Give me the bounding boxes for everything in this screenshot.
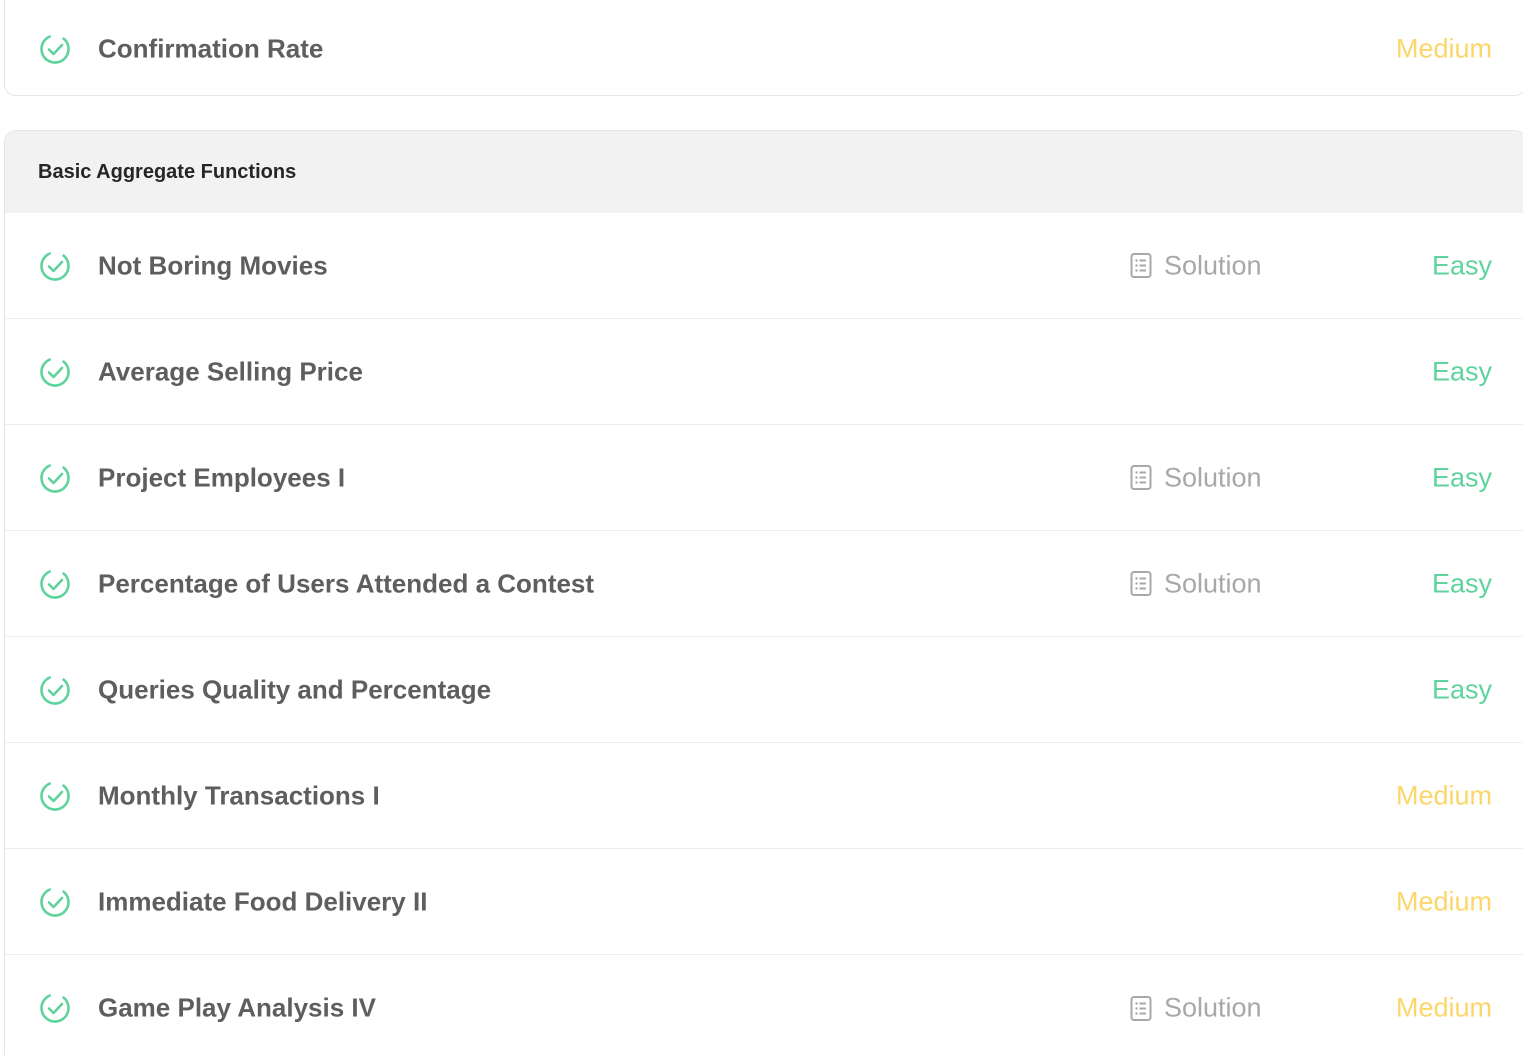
solution-link[interactable]: Solution: [1130, 250, 1262, 281]
problem-title[interactable]: Project Employees I: [98, 462, 345, 493]
section-card-basic-aggregate-functions: Basic Aggregate Functions Not Boring Mov…: [4, 130, 1523, 1055]
solution-link[interactable]: Solution: [1130, 568, 1262, 599]
check-circle-icon: [40, 462, 70, 493]
problem-title[interactable]: Game Play Analysis IV: [98, 993, 376, 1024]
problem-row[interactable]: Immediate Food Delivery II Medium: [5, 849, 1523, 955]
problem-row[interactable]: Confirmation Rate Medium: [5, 1, 1523, 97]
difficulty-label: Easy: [1431, 356, 1492, 386]
problem-row[interactable]: Monthly Transactions I Medium: [5, 743, 1523, 849]
section-title: Basic Aggregate Functions: [38, 160, 297, 183]
document-list-icon: [1130, 465, 1152, 490]
problem-row[interactable]: Game Play Analysis IV Solution Medium: [5, 955, 1523, 1055]
problem-row[interactable]: Project Employees I Solution Easy: [5, 425, 1523, 531]
check-circle-icon: [40, 674, 70, 705]
check-circle-icon: [40, 34, 70, 64]
difficulty-label: Medium: [1395, 780, 1492, 810]
document-list-icon: [1130, 995, 1152, 1021]
problem-list-page: Confirmation Rate Medium Basic Aggregate…: [0, 0, 1523, 1055]
difficulty-label: Easy: [1431, 462, 1492, 492]
check-circle-icon: [40, 886, 70, 917]
problem-row[interactable]: Percentage of Users Attended a Contest S…: [5, 531, 1523, 637]
check-circle-icon: [40, 993, 70, 1023]
problem-title[interactable]: Immediate Food Delivery II: [98, 886, 427, 917]
problem-title[interactable]: Average Selling Price: [98, 356, 363, 387]
problem-row[interactable]: Average Selling Price Easy: [5, 319, 1523, 425]
problem-title[interactable]: Not Boring Movies: [98, 250, 328, 281]
problem-title[interactable]: Percentage of Users Attended a Contest: [98, 568, 594, 599]
difficulty-label: Easy: [1431, 674, 1492, 704]
problem-row[interactable]: Queries Quality and Percentage Easy: [5, 637, 1523, 743]
solution-link[interactable]: Solution: [1130, 993, 1262, 1024]
section-header[interactable]: Basic Aggregate Functions: [5, 131, 1523, 213]
solution-link[interactable]: Solution: [1130, 462, 1262, 493]
difficulty-label: Medium: [1395, 992, 1492, 1023]
difficulty-label: Medium: [1395, 886, 1492, 916]
check-circle-icon: [40, 250, 70, 281]
problem-title[interactable]: Monthly Transactions I: [98, 780, 380, 811]
problem-list: Not Boring Movies Solution Easy Average …: [5, 213, 1523, 1055]
previous-section-card: Confirmation Rate Medium: [4, 0, 1523, 96]
check-circle-icon: [40, 568, 70, 599]
document-list-icon: [1130, 571, 1152, 596]
difficulty-label: Easy: [1431, 250, 1492, 280]
solution-label: Solution: [1164, 992, 1262, 1023]
difficulty-label: Medium: [1395, 33, 1492, 64]
difficulty-label: Easy: [1431, 568, 1492, 598]
solution-label: Solution: [1164, 568, 1262, 598]
problem-title[interactable]: Queries Quality and Percentage: [98, 674, 491, 705]
problem-row[interactable]: Not Boring Movies Solution Easy: [5, 213, 1523, 319]
check-circle-icon: [40, 780, 70, 811]
solution-label: Solution: [1164, 462, 1262, 492]
solution-label: Solution: [1164, 250, 1262, 280]
problem-title[interactable]: Confirmation Rate: [98, 34, 323, 65]
check-circle-icon: [40, 356, 70, 387]
document-list-icon: [1130, 253, 1152, 278]
